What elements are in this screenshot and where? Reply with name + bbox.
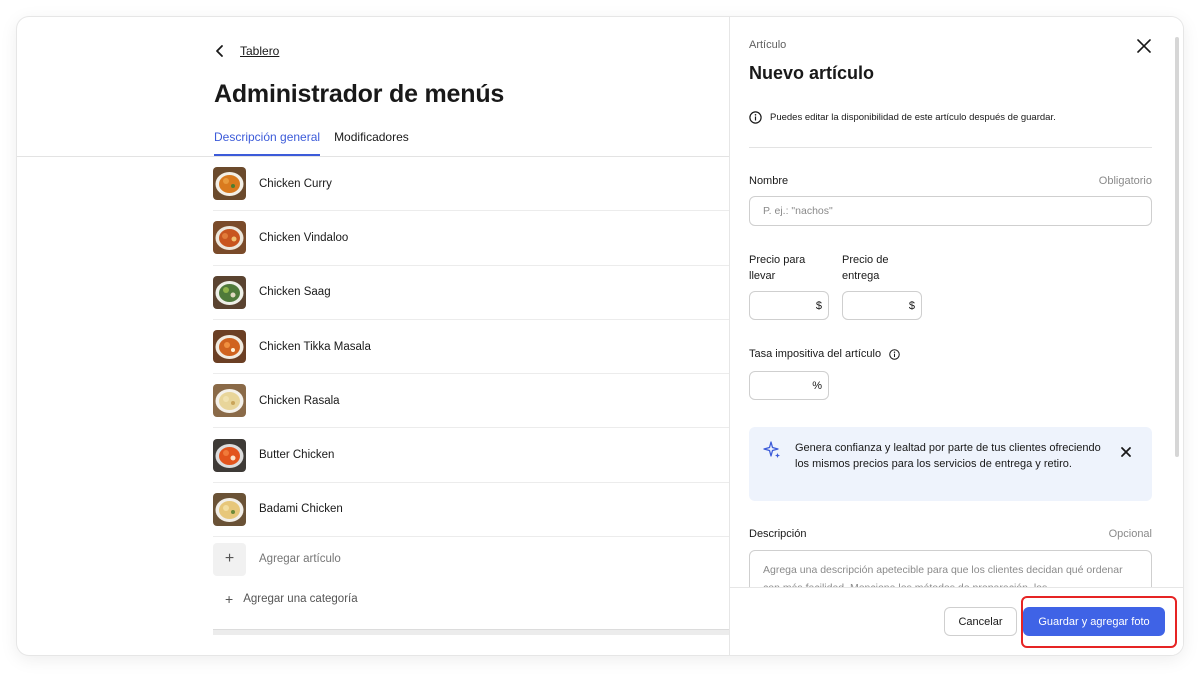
item-name: Badami Chicken xyxy=(259,503,343,516)
description-label: Descripción xyxy=(749,528,807,540)
panel-content: Artículo Nuevo artículo Puedes editar la… xyxy=(730,17,1183,587)
pricing-tip-banner: Genera confianza y lealtad por parte de … xyxy=(749,427,1152,501)
currency-suffix: $ xyxy=(908,299,915,312)
food-thumbnail xyxy=(213,438,246,472)
pickup-price-input[interactable]: $ xyxy=(749,291,829,320)
required-hint: Obligatorio xyxy=(1098,175,1152,187)
percent-suffix: % xyxy=(812,379,822,392)
pickup-price-label: Precio para llevar xyxy=(749,254,806,282)
vertical-scrollbar[interactable] xyxy=(1175,37,1179,457)
tax-label: Tasa impositiva del artículo xyxy=(749,348,882,360)
food-thumbnail xyxy=(213,221,246,255)
app-window: Tablero Administrador de menús Descripci… xyxy=(17,17,1183,655)
info-text: Puedes editar la disponibilidad de este … xyxy=(770,112,1056,123)
breadcrumb: Tablero xyxy=(214,43,279,59)
description-textarea[interactable]: Agrega una descripción apetecible para q… xyxy=(749,550,1152,587)
tip-text: Genera confianza y lealtad por parte de … xyxy=(795,442,1101,470)
divider xyxy=(749,147,1152,148)
item-name: Chicken Tikka Masala xyxy=(259,340,371,353)
plus-icon[interactable]: + xyxy=(213,542,246,576)
item-name: Chicken Rasala xyxy=(259,394,340,407)
delivery-price-input[interactable]: $ xyxy=(842,291,922,320)
cancel-button[interactable]: Cancelar xyxy=(944,607,1017,636)
list-item[interactable]: Badami Chicken xyxy=(213,483,729,538)
tab-modifiers[interactable]: Modificadores xyxy=(334,130,409,156)
item-name: Butter Chicken xyxy=(259,449,335,462)
list-item[interactable]: Chicken Saag xyxy=(213,266,729,320)
list-item[interactable]: Chicken Vindaloo xyxy=(213,211,729,266)
food-thumbnail xyxy=(213,384,246,418)
plus-icon: + xyxy=(225,591,234,608)
back-link[interactable]: Tablero xyxy=(240,44,279,58)
item-name: Chicken Vindaloo xyxy=(259,231,349,244)
close-icon[interactable] xyxy=(1135,37,1153,55)
horizontal-scrollbar[interactable] xyxy=(213,629,729,635)
tab-overview[interactable]: Descripción general xyxy=(214,130,321,156)
list-item[interactable]: Butter Chicken xyxy=(213,428,729,483)
tax-rate-input[interactable]: % xyxy=(749,371,829,400)
close-icon[interactable] xyxy=(1119,445,1133,459)
info-icon xyxy=(749,111,762,124)
chevron-left-icon[interactable] xyxy=(214,43,226,59)
name-input[interactable]: P. ej.: "nachos" xyxy=(749,196,1152,226)
tax-label-row: Tasa impositiva del artículo xyxy=(749,348,900,360)
sparkle-icon xyxy=(763,441,780,458)
optional-hint: Opcional xyxy=(1108,528,1152,540)
food-thumbnail xyxy=(213,275,246,309)
add-item-label: Agregar artículo xyxy=(259,553,341,566)
delivery-price-label: Precio de entrega xyxy=(842,254,889,282)
availability-info: Puedes editar la disponibilidad de este … xyxy=(749,111,1056,124)
food-thumbnail xyxy=(213,492,246,526)
add-category-label: Agregar una categoría xyxy=(243,593,358,606)
item-name: Chicken Curry xyxy=(259,177,332,190)
new-item-panel: Artículo Nuevo artículo Puedes editar la… xyxy=(729,17,1183,655)
save-and-add-photo-button[interactable]: Guardar y agregar foto xyxy=(1023,607,1165,636)
page-title: Administrador de menús xyxy=(214,80,505,108)
tab-bar: Descripción general Modificadores xyxy=(214,130,409,156)
name-placeholder: P. ej.: "nachos" xyxy=(763,205,833,217)
menu-manager-main: Tablero Administrador de menús Descripci… xyxy=(17,17,729,655)
add-item-row[interactable]: + Agregar artículo xyxy=(213,537,729,581)
panel-title: Nuevo artículo xyxy=(749,63,875,83)
name-label: Nombre xyxy=(749,175,789,187)
food-thumbnail xyxy=(213,167,246,201)
menu-item-list: Chicken Curry Chicken Vindaloo Chicken S… xyxy=(213,157,729,607)
list-item[interactable]: Chicken Rasala xyxy=(213,374,729,429)
currency-suffix: $ xyxy=(815,299,822,312)
food-thumbnail xyxy=(213,330,246,364)
add-category-button[interactable]: + Agregar una categoría xyxy=(213,591,729,607)
info-icon[interactable] xyxy=(889,348,900,360)
list-item[interactable]: Chicken Curry xyxy=(213,157,729,212)
list-item[interactable]: Chicken Tikka Masala xyxy=(213,320,729,375)
panel-footer: Cancelar Guardar y agregar foto xyxy=(730,587,1183,655)
panel-subtitle: Artículo xyxy=(749,39,787,51)
item-name: Chicken Saag xyxy=(259,286,331,299)
